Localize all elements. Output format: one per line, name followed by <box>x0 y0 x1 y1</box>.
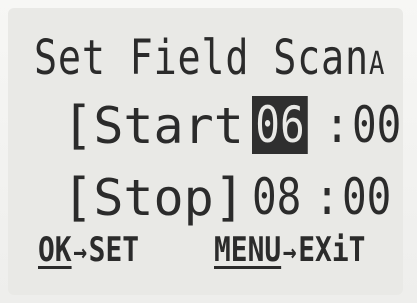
ok-action: SET <box>88 230 140 270</box>
ok-set-hint[interactable]: OK→SET <box>38 230 139 270</box>
ok-key[interactable]: OK <box>38 230 72 270</box>
start-hour-field[interactable]: 06 <box>252 96 308 154</box>
stop-label: Stop <box>93 169 214 227</box>
time-separator: : <box>314 168 340 226</box>
stop-hour-field[interactable]: 08 <box>252 168 301 226</box>
open-bracket: [ <box>62 96 94 156</box>
lcd-screen: Set Field Scan A [ Start ] 06 : 00 [ Sto… <box>8 8 403 295</box>
menu-key[interactable]: MENU <box>214 230 281 270</box>
start-label: Start <box>93 97 244 155</box>
start-time[interactable]: 06 : 00 <box>252 96 413 154</box>
arrow-right-icon: → <box>73 235 88 268</box>
menu-exit-hint[interactable]: MENU→EXiT <box>214 230 365 270</box>
stop-time-row[interactable]: [ Stop ] 08 : 00 <box>62 168 392 228</box>
time-separator: : <box>324 96 350 154</box>
start-time-row[interactable]: [ Start ] 06 : 00 <box>62 96 402 156</box>
stop-time[interactable]: 08 : 00 <box>252 168 403 226</box>
menu-action: EXiT <box>298 230 366 270</box>
screen-title: Set Field Scan <box>34 30 369 86</box>
arrow-right-icon: → <box>282 235 297 268</box>
close-bracket: ] <box>213 168 246 228</box>
stop-minute-field[interactable]: 00 <box>342 168 391 226</box>
open-bracket: [ <box>62 168 94 228</box>
scan-slot-indicator: A <box>369 44 386 82</box>
start-minute-field[interactable]: 00 <box>352 96 401 154</box>
